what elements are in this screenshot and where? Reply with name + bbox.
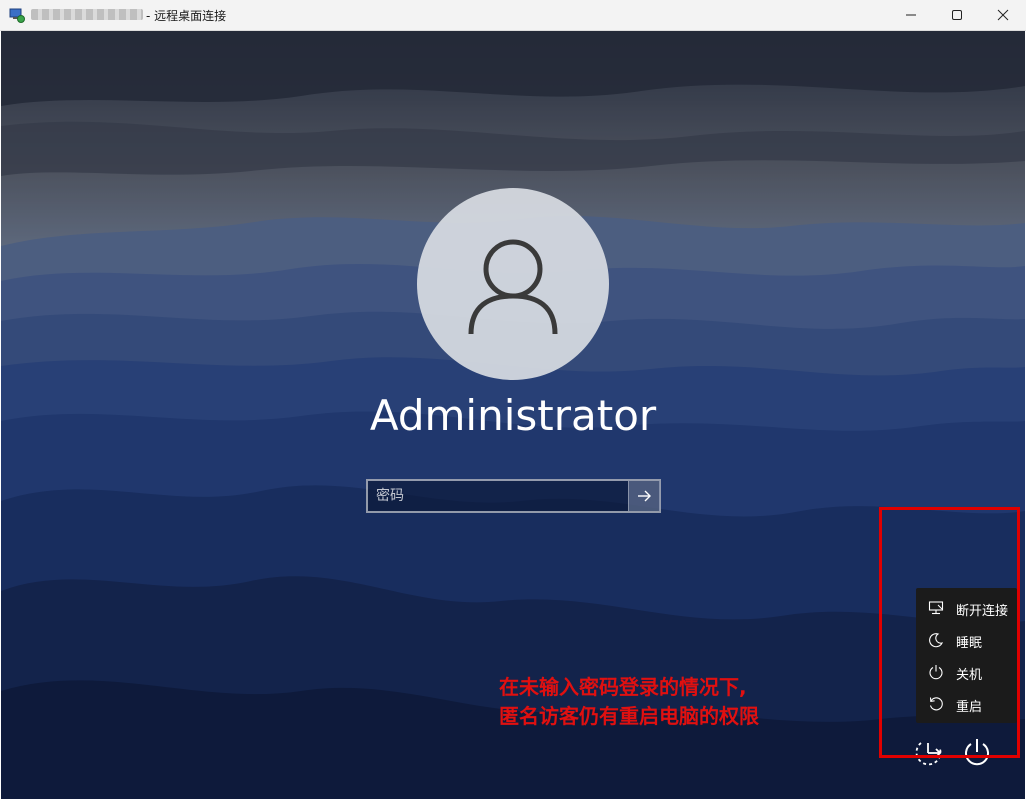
user-icon <box>468 239 558 334</box>
annotation-line-2: 匿名访客仍有重启电脑的权限 <box>499 704 759 728</box>
minimize-icon <box>906 14 916 16</box>
maximize-icon <box>952 10 962 20</box>
title-bar: - 远程桌面连接 <box>0 0 1026 31</box>
user-avatar <box>417 188 609 380</box>
submit-arrow-button[interactable] <box>628 481 660 511</box>
minimize-button[interactable] <box>888 0 934 31</box>
maximize-button[interactable] <box>934 0 980 31</box>
remote-desktop-icon <box>9 7 25 23</box>
host-name-redacted <box>31 9 143 20</box>
username-label: Administrator <box>369 391 657 440</box>
close-button[interactable] <box>980 0 1026 31</box>
close-icon <box>997 9 1009 21</box>
annotation-line-1: 在未输入密码登录的情况下, <box>499 675 747 699</box>
annotation-text: 在未输入密码登录的情况下, 匿名访客仍有重启电脑的权限 <box>499 673 759 731</box>
password-input[interactable] <box>368 481 628 511</box>
password-field <box>366 479 661 513</box>
highlight-box <box>879 507 1020 758</box>
arrow-right-icon <box>638 490 651 502</box>
window-title: - 远程桌面连接 <box>146 9 227 23</box>
